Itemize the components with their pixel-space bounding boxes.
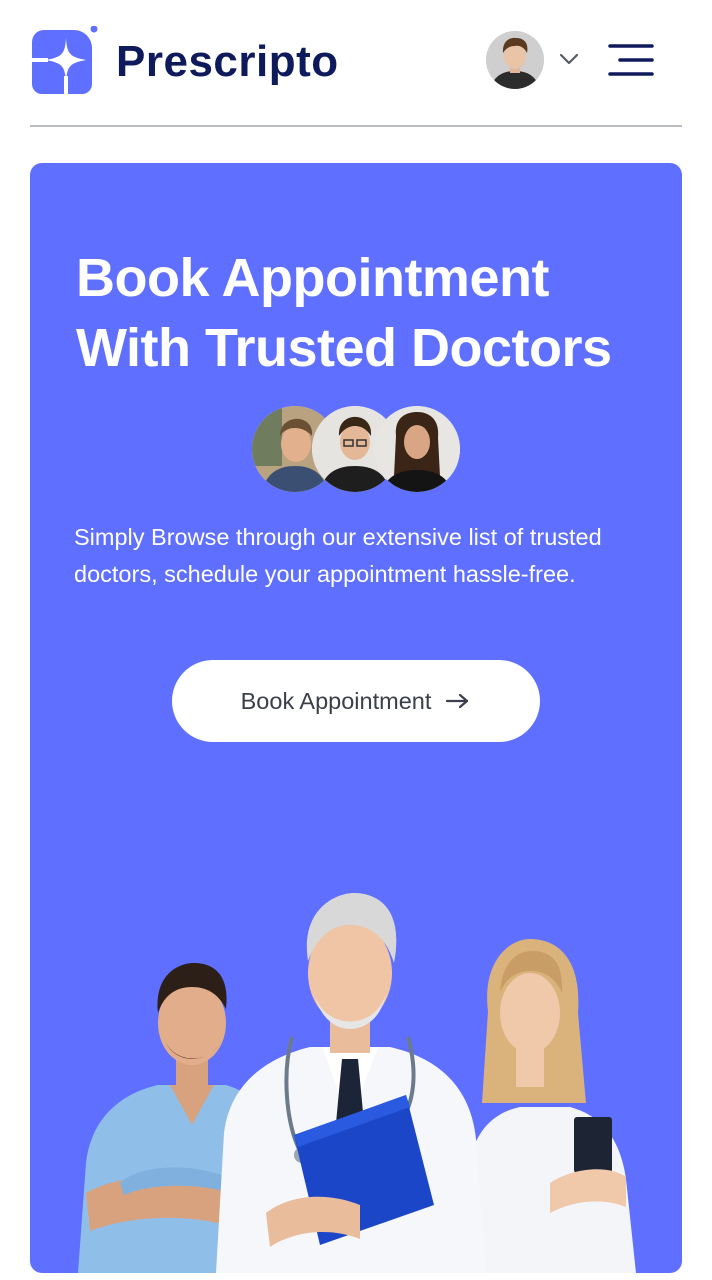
hero-banner: Book Appointment With Trusted Doctors Si…	[30, 163, 682, 1273]
cta-label: Book Appointment	[240, 687, 432, 714]
book-appointment-button[interactable]: Book Appointment	[172, 660, 540, 742]
hero-title: Book Appointment With Trusted Doctors	[76, 243, 656, 383]
user-avatar[interactable]	[486, 31, 544, 89]
doctor-right	[460, 939, 636, 1273]
doctor-avatar	[374, 406, 460, 492]
hero-title-line-2: With Trusted Doctors	[76, 318, 612, 378]
doctors-group-image	[30, 833, 682, 1273]
arrow-right-icon	[445, 688, 471, 715]
brand-name[interactable]: Prescripto	[116, 36, 339, 88]
hamburger-menu-icon[interactable]	[606, 40, 656, 80]
group-avatars	[252, 406, 462, 496]
header-divider	[30, 125, 682, 127]
header: Prescripto	[0, 0, 712, 126]
hero-title-line-1: Book Appointment	[76, 248, 549, 308]
prescripto-logo-icon[interactable]	[30, 25, 100, 96]
chevron-down-icon[interactable]	[558, 50, 580, 68]
doctor-center	[216, 893, 486, 1273]
hero-description: Simply Browse through our extensive list…	[74, 524, 602, 587]
